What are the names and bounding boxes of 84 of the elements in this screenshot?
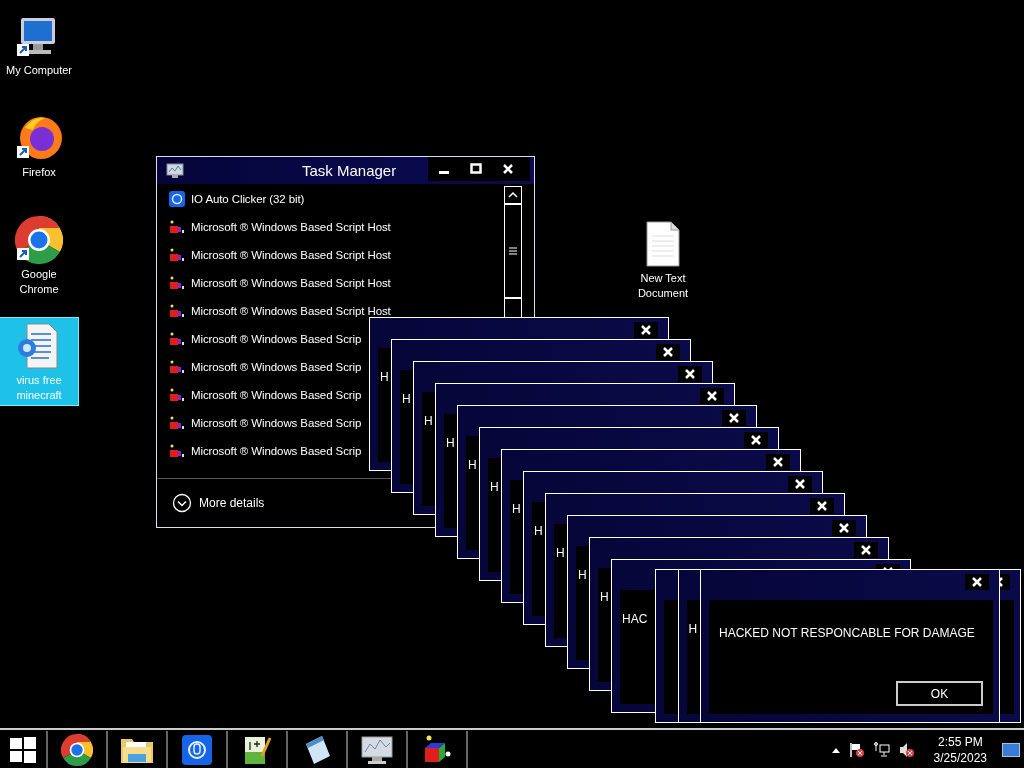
process-row[interactable]: Microsoft ® Windows Based Script Host (169, 269, 504, 297)
speaker-muted-icon[interactable] (898, 742, 915, 758)
dialog-message: HACKED NOT RESPONCABLE FOR DAMAGE (719, 626, 975, 640)
dialog-message: H (512, 502, 521, 516)
dialog-message: H (578, 568, 587, 582)
process-name: Microsoft ® Windows Based Scrip (191, 389, 362, 401)
process-name: Microsoft ® Windows Based Scrip (191, 361, 362, 373)
script-host-icon (169, 331, 185, 347)
process-name: Microsoft ® Windows Based Scrip (191, 333, 362, 345)
process-row[interactable]: Microsoft ® Windows Based Script Host (169, 297, 504, 325)
script-host-icon (169, 247, 185, 263)
icon-label: My Computer (5, 63, 73, 78)
close-icon[interactable] (854, 542, 878, 558)
dialog-message: H (468, 458, 477, 472)
dialog-message: H (402, 392, 411, 406)
close-icon[interactable] (634, 322, 658, 338)
close-icon[interactable] (788, 476, 812, 492)
script-host-icon (169, 359, 185, 375)
script-host-icon (169, 415, 185, 431)
maximize-icon[interactable] (470, 163, 482, 175)
process-name: Microsoft ® Windows Based Scrip (191, 445, 362, 457)
dialog-message: H (600, 590, 609, 604)
browser-icon (15, 216, 63, 264)
script-host-icon (169, 387, 185, 403)
process-name: IO Auto Clicker (32 bit) (191, 193, 305, 205)
more-details-link[interactable]: More details (199, 496, 265, 510)
icon-label: Firefox (21, 165, 57, 180)
process-row[interactable]: Microsoft ® Windows Based Scrip (169, 325, 504, 353)
script-host-icon (169, 443, 185, 459)
dialog-message: H (424, 414, 433, 428)
caret-up-icon[interactable] (831, 747, 840, 753)
desktop-icon[interactable]: Firefox (0, 110, 78, 182)
close-icon[interactable] (700, 388, 724, 404)
close-icon[interactable] (656, 344, 680, 360)
process-row[interactable]: Microsoft ® Windows Based Script Host (169, 241, 504, 269)
grip-icon (509, 247, 517, 255)
process-name: Microsoft ® Windows Based Scrip (191, 417, 362, 429)
close-icon[interactable] (965, 574, 989, 590)
dialog-message: H (556, 546, 565, 560)
mouse-app-icon (182, 735, 212, 765)
process-name: Microsoft ® Windows Based Script Host (191, 305, 391, 317)
window-title: Task Manager (302, 162, 397, 179)
script-host-icon (169, 219, 185, 235)
dialog-message: H (380, 370, 389, 384)
icon-label: virus free minecraft (15, 373, 63, 403)
close-icon[interactable] (502, 163, 514, 175)
browser-icon (61, 734, 93, 766)
process-row[interactable]: IO Auto Clicker (32 bit) (169, 185, 504, 213)
app-icon (169, 191, 185, 207)
script-host-icon (169, 303, 185, 319)
clock[interactable]: 2:55 PM 3/25/2023 (933, 734, 987, 766)
flag-icon[interactable] (848, 742, 865, 758)
desktop-icon[interactable]: My Computer (0, 8, 78, 80)
ok-button[interactable]: OK (896, 681, 983, 706)
dialog-message: HAC (622, 612, 648, 626)
dialog-message: H (490, 480, 499, 494)
notepad-pen-icon (242, 734, 272, 766)
windows-logo-icon (10, 737, 36, 763)
clock-date: 3/25/2023 (933, 750, 987, 766)
close-icon[interactable] (832, 520, 856, 536)
close-icon[interactable] (810, 498, 834, 514)
process-name: Microsoft ® Windows Based Script Host (191, 277, 391, 289)
close-icon[interactable] (722, 410, 746, 426)
icon-label: New Text Document (636, 271, 690, 301)
close-icon[interactable] (744, 432, 768, 448)
dialog-message: H (446, 436, 455, 450)
script-host-icon (169, 275, 185, 291)
close-icon[interactable] (766, 454, 790, 470)
process-name: Microsoft ® Windows Based Script Host (191, 249, 391, 261)
clock-time: 2:55 PM (937, 734, 983, 750)
icon-label: Google Chrome (18, 267, 60, 297)
monitor-chart-icon (360, 735, 394, 765)
process-row[interactable]: Microsoft ® Windows Based Script Host (169, 213, 504, 241)
dialog-message: H (534, 524, 543, 538)
chevron-down-icon[interactable] (172, 493, 192, 513)
browser-icon (15, 114, 63, 162)
dialog-message: H (688, 622, 698, 636)
desktop-icon[interactable]: Google Chrome (0, 212, 78, 299)
network-icon[interactable] (873, 742, 890, 758)
close-icon[interactable] (678, 366, 702, 382)
monitor-chart-icon (166, 162, 184, 179)
process-name: Microsoft ® Windows Based Script Host (191, 221, 391, 233)
desktop-icon[interactable]: New Text Document (624, 216, 702, 303)
scrollbar[interactable] (504, 186, 522, 318)
